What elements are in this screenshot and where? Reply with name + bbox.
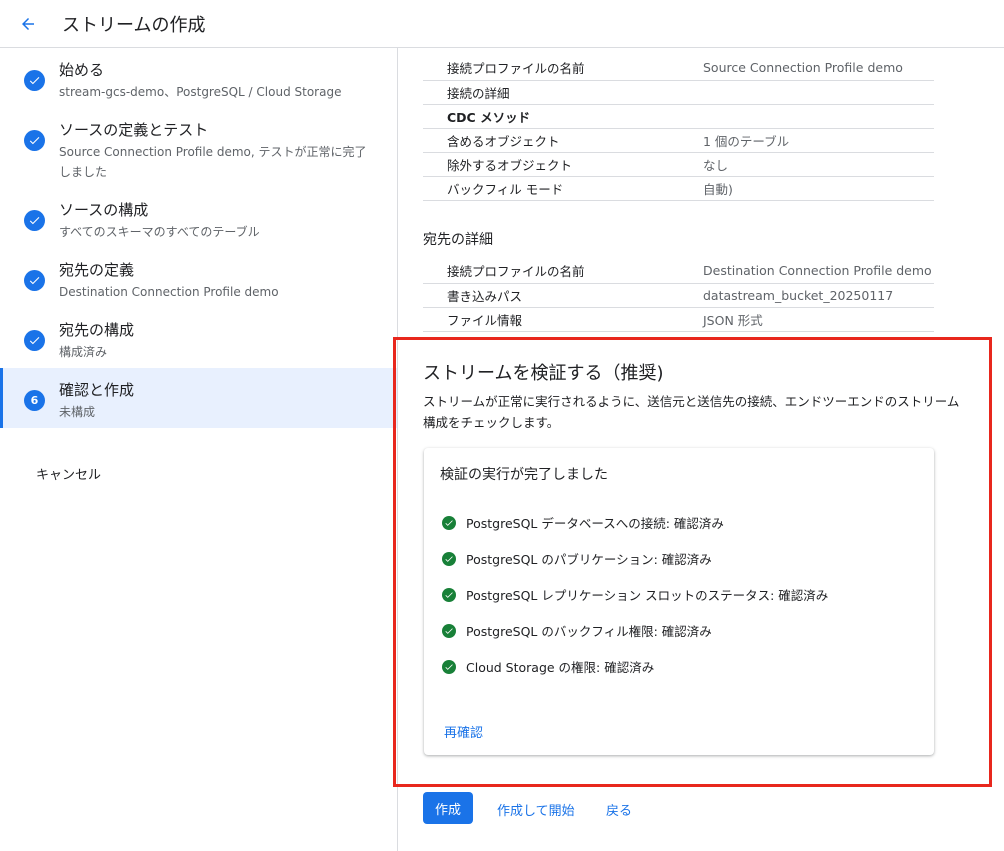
check-circle-icon [24, 130, 45, 151]
step-get-started[interactable]: 始める stream-gcs-demo、PostgreSQL / Cloud S… [0, 48, 397, 108]
step-title: 宛先の構成 [59, 321, 135, 339]
validation-check-label: PostgreSQL のバックフィル権限: 確認済み [466, 624, 712, 639]
source-details-table: 接続プロファイルの名前 Source Connection Profile dem… [423, 56, 934, 201]
step-configure-source[interactable]: ソースの構成 すべてのスキーマのすべてのテーブル [0, 188, 397, 248]
destination-details-table: 接続プロファイルの名前 Destination Connection Profil… [423, 259, 934, 332]
table-row: 書き込みパス datastream_bucket_20250117 [423, 283, 934, 308]
validation-check-item: Cloud Storage の権限: 確認済み [442, 657, 654, 676]
step-subtitle: 未構成 [59, 405, 96, 419]
step-title: ソースの定義とテスト [59, 121, 209, 139]
table-row: 接続プロファイルの名前 Source Connection Profile dem… [423, 56, 934, 81]
stepper-sidebar: 始める stream-gcs-demo、PostgreSQL / Cloud S… [0, 48, 398, 851]
check-circle-icon [442, 515, 456, 530]
cancel-button[interactable]: キャンセル [36, 464, 101, 483]
check-circle-icon [24, 270, 45, 291]
back-button[interactable]: 戻る [606, 800, 632, 819]
recheck-button[interactable]: 再確認 [444, 722, 483, 741]
table-row: 含めるオブジェクト 1 個のテーブル [423, 128, 934, 153]
validation-check-item: PostgreSQL レプリケーション スロットのステータス: 確認済み [442, 585, 828, 604]
check-circle-icon [442, 659, 456, 674]
table-row: CDC メソッド [423, 104, 934, 129]
validation-check-label: PostgreSQL のパブリケーション: 確認済み [466, 552, 712, 567]
create-and-start-button[interactable]: 作成して開始 [497, 800, 575, 819]
table-row: 接続の詳細 [423, 80, 934, 105]
validation-result-title: 検証の実行が完了しました [440, 467, 608, 483]
validation-check-item: PostgreSQL データベースへの接続: 確認済み [442, 513, 724, 532]
page-header: ストリームの作成 [0, 0, 1004, 48]
step-subtitle: 構成済み [59, 345, 108, 359]
table-row: 除外するオブジェクト なし [423, 152, 934, 177]
check-circle-icon [442, 551, 456, 566]
step-review-and-create[interactable]: 6 確認と作成 未構成 [0, 368, 397, 428]
step-number-badge: 6 [24, 390, 45, 411]
validation-check-label: Cloud Storage の権限: 確認済み [466, 660, 655, 675]
step-define-source[interactable]: ソースの定義とテスト Source Connection Profile dem… [0, 108, 397, 188]
page-title: ストリームの作成 [62, 14, 206, 36]
check-circle-icon [442, 587, 456, 602]
check-circle-icon [442, 623, 456, 638]
step-title: 始める [59, 61, 105, 79]
validation-result-card: 検証の実行が完了しました PostgreSQL データベースへの接続: 確認済み… [424, 448, 934, 755]
step-subtitle: stream-gcs-demo、PostgreSQL / Cloud Stora… [59, 85, 342, 99]
review-panel: 接続プロファイルの名前 Source Connection Profile dem… [399, 48, 1004, 851]
step-title: ソースの構成 [59, 201, 149, 219]
validation-check-item: PostgreSQL のバックフィル権限: 確認済み [442, 621, 712, 640]
create-button[interactable]: 作成 [423, 792, 473, 824]
step-title: 確認と作成 [59, 381, 135, 399]
check-circle-icon [24, 210, 45, 231]
table-row: 接続プロファイルの名前 Destination Connection Profil… [423, 259, 934, 284]
check-circle-icon [24, 70, 45, 91]
validation-check-label: PostgreSQL レプリケーション スロットのステータス: 確認済み [466, 588, 829, 603]
step-define-destination[interactable]: 宛先の定義 Destination Connection Profile dem… [0, 248, 397, 308]
step-subtitle: すべてのスキーマのすべてのテーブル [59, 225, 260, 239]
table-row: ファイル情報 JSON 形式 [423, 307, 934, 332]
table-row: バックフィル モード 自動) [423, 176, 934, 201]
verify-stream-description: ストリームが正常に実行されるように、送信元と送信先の接続、エンドツーエンドのスト… [423, 394, 960, 430]
step-subtitle: Source Connection Profile demo, テストが正常に完… [59, 145, 367, 179]
back-arrow-icon[interactable] [16, 12, 40, 36]
check-circle-icon [24, 330, 45, 351]
step-title: 宛先の定義 [59, 261, 135, 279]
validation-check-item: PostgreSQL のパブリケーション: 確認済み [442, 549, 712, 568]
step-subtitle: Destination Connection Profile demo [59, 285, 279, 299]
step-configure-destination[interactable]: 宛先の構成 構成済み [0, 308, 397, 368]
verify-stream-title: ストリームを検証する（推奨) [423, 363, 664, 384]
destination-details-title: 宛先の詳細 [423, 232, 493, 248]
validation-check-label: PostgreSQL データベースへの接続: 確認済み [466, 516, 724, 531]
